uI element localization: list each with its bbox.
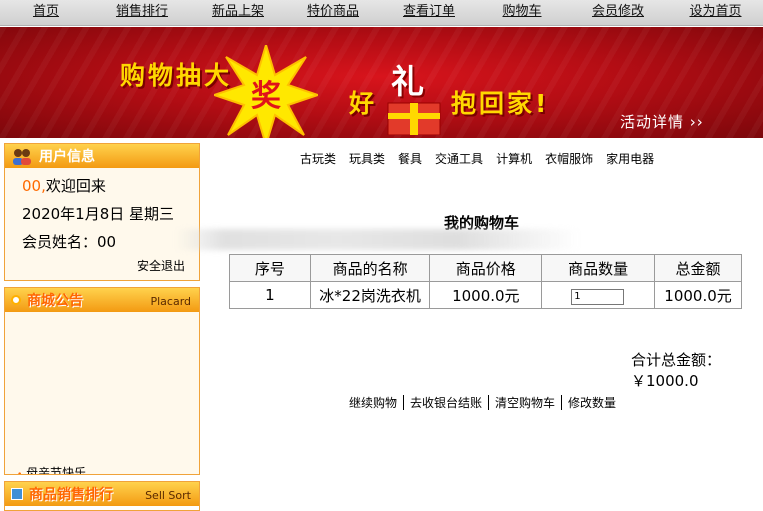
col-name: 商品的名称 (309, 254, 431, 282)
category-link[interactable]: 古玩类 (300, 150, 336, 167)
top-nav: 首页 销售排行 新品上架 特价商品 查看订单 购物车 会员修改 设为首页 (0, 0, 763, 26)
category-link[interactable]: 餐具 (398, 150, 422, 167)
nav-cart[interactable]: 购物车 (476, 0, 568, 26)
current-date: 2020年1月8日 星期三 (22, 205, 175, 223)
user-info-title: 用户信息 (39, 149, 95, 165)
nav-sales-rank[interactable]: 销售排行 (92, 0, 192, 26)
grand-total-label: 合计总金额： (631, 351, 722, 369)
promo-banner: 购物抽大 奖 好 礼 抱回家! 活动详情 ›› (0, 27, 763, 138)
col-index: 序号 (229, 254, 311, 282)
nav-special[interactable]: 特价商品 (284, 0, 382, 26)
clear-cart-link[interactable]: 清空购物车 (495, 394, 555, 411)
blurred-overlay (175, 229, 580, 250)
sell-sort-header: 商品销售排行 Sell Sort (5, 482, 199, 506)
continue-shopping-link[interactable]: 继续购物 (349, 394, 397, 411)
welcome-line: 00,欢迎回来 (5, 172, 199, 200)
col-price: 商品价格 (429, 254, 543, 282)
nav-member-edit[interactable]: 会员修改 (568, 0, 668, 26)
cart-header-row: 序号 商品的名称 商品价格 商品数量 总金额 (229, 254, 742, 282)
cart-actions: 继续购物 去收银台结账 清空购物车 修改数量 (349, 394, 616, 411)
logout-link[interactable]: 安全退出 (137, 257, 185, 274)
banner-line2-a: 好 (349, 89, 375, 118)
sell-sort-title-en: Sell Sort (145, 489, 191, 502)
event-details-link[interactable]: 活动详情 ›› (620, 111, 704, 132)
category-link[interactable]: 计算机 (496, 150, 532, 167)
bullet-icon (11, 295, 21, 305)
banner-line2-b: 抱回家! (451, 89, 550, 118)
update-quantity-link[interactable]: 修改数量 (568, 394, 616, 411)
divider (488, 395, 490, 410)
banner-line1: 购物抽大 (120, 61, 233, 90)
placard-panel: 商城公告 Placard • 母亲节快乐 (4, 287, 200, 475)
placard-item-text: 母亲节快乐 (26, 466, 87, 474)
divider (561, 395, 563, 410)
col-quantity: 商品数量 (541, 254, 656, 282)
user-info-panel: 用户信息 00,欢迎回来 2020年1月8日 星期三 会员姓名：00 安全退出 (4, 143, 200, 281)
username: 00, (22, 177, 46, 195)
row-index: 1 (229, 281, 311, 309)
banner-star-char: 奖 (251, 79, 281, 114)
placard-header: 商城公告 Placard (5, 288, 199, 312)
grand-total-value: ￥1000.0 (631, 372, 699, 390)
row-total: 1000.0元 (654, 281, 742, 309)
sell-sort-title: 商品销售排行 (29, 487, 113, 503)
banner-gift-char: 礼 (391, 62, 424, 101)
bar-chart-icon (11, 488, 23, 500)
welcome-text: 欢迎回来 (45, 177, 106, 195)
sell-sort-panel: 商品销售排行 Sell Sort (4, 481, 200, 511)
placard-title-en: Placard (150, 295, 191, 308)
row-price: 1000.0元 (429, 281, 543, 309)
placard-title: 商城公告 (27, 293, 83, 309)
quantity-input[interactable] (571, 288, 625, 305)
row-name: 冰*22岗洗衣机 (309, 281, 431, 309)
category-link[interactable]: 家用电器 (606, 150, 654, 167)
category-nav: 古玩类 玩具类 餐具 交通工具 计算机 衣帽服饰 家用电器 (300, 150, 667, 167)
placard-item[interactable]: • 母亲节快乐 (17, 464, 86, 474)
category-link[interactable]: 玩具类 (349, 150, 385, 167)
list-bullet-icon: • (17, 470, 22, 474)
user-info-header: 用户信息 (5, 144, 199, 168)
col-total: 总金额 (654, 254, 742, 282)
nav-new-products[interactable]: 新品上架 (192, 0, 284, 26)
checkout-link[interactable]: 去收银台结账 (410, 394, 482, 411)
row-quantity-cell (541, 281, 656, 309)
nav-set-homepage[interactable]: 设为首页 (668, 0, 763, 26)
users-icon (13, 149, 31, 165)
table-row: 1 冰*22岗洗衣机 1000.0元 1000.0元 (229, 281, 742, 309)
category-link[interactable]: 衣帽服饰 (545, 150, 593, 167)
divider (403, 395, 405, 410)
placard-body: • 母亲节快乐 (5, 312, 199, 474)
member-name: 会员姓名：00 (22, 233, 117, 251)
category-link[interactable]: 交通工具 (435, 150, 483, 167)
user-info-body: 00,欢迎回来 2020年1月8日 星期三 会员姓名：00 安全退出 (5, 168, 199, 280)
nav-home[interactable]: 首页 (0, 0, 92, 26)
nav-orders[interactable]: 查看订单 (382, 0, 476, 26)
cart-table: 序号 商品的名称 商品价格 商品数量 总金额 1 冰*22岗洗衣机 1000.0… (229, 254, 742, 309)
